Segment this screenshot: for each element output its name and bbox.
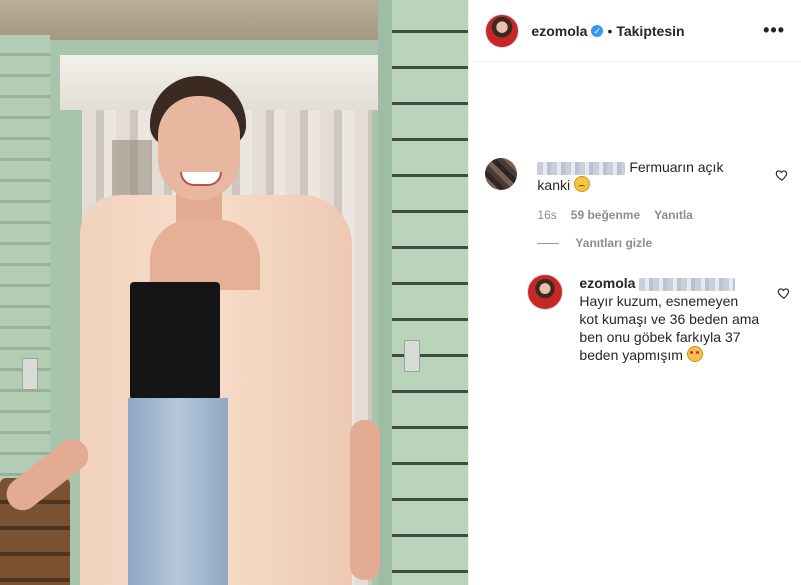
reply-button[interactable]: Yanıtla <box>654 208 693 222</box>
blurred-mention <box>639 277 736 291</box>
post-header: ezomola ✓ • Takiptesin ••• <box>469 0 801 62</box>
reply-username[interactable]: ezomola <box>579 275 635 291</box>
reply-avatar[interactable] <box>527 274 564 310</box>
comment-likes[interactable]: 59 beğenme <box>571 208 640 222</box>
reply-body: ezomola Hayır kuzum, esnemeyen kot kumaş… <box>579 274 759 364</box>
reply-comment: ezomola Hayır kuzum, esnemeyen kot kumaş… <box>527 274 790 364</box>
chest <box>150 220 260 290</box>
verified-badge-icon: ✓ <box>591 24 604 37</box>
username-link[interactable]: ezomola <box>531 23 587 39</box>
sad-face-emoji <box>574 176 590 192</box>
avatar[interactable] <box>485 13 520 48</box>
black-top <box>130 282 220 400</box>
hide-replies-button[interactable]: Yanıtları gizle <box>537 236 785 250</box>
separator: • <box>607 22 613 39</box>
hide-replies-label: Yanıtları gizle <box>575 236 653 250</box>
hinge <box>404 340 420 372</box>
comment-time[interactable]: 16s <box>537 208 556 222</box>
like-heart-icon[interactable] <box>775 168 789 182</box>
right-arm <box>350 420 380 580</box>
right-shutter-edge <box>378 0 392 585</box>
comments-panel: ezomola ✓ • Takiptesin ••• Fermuarın açı… <box>468 0 801 585</box>
comment-body: Fermuarın açık kanki <box>537 158 757 194</box>
jeans <box>128 398 228 585</box>
commenter-avatar[interactable] <box>485 158 518 190</box>
smiling-heart-eyes-emoji <box>686 346 703 362</box>
instagram-post: ezomola ✓ • Takiptesin ••• Fermuarın açı… <box>0 0 801 585</box>
divider-line <box>537 242 560 244</box>
following-status[interactable]: Takiptesin <box>616 23 684 39</box>
blurred-username <box>537 161 626 175</box>
post-photo[interactable] <box>0 0 469 585</box>
hinge <box>22 358 38 390</box>
reply-text: Hayır kuzum, esnemeyen kot kumaşı ve 36 … <box>579 293 760 363</box>
comment: Fermuarın açık kanki 16s 59 beğenme Yanı… <box>485 158 788 250</box>
more-dots-icon[interactable]: ••• <box>763 20 785 41</box>
like-heart-icon[interactable] <box>777 286 791 300</box>
comment-meta: 16s 59 beğenme Yanıtla <box>537 208 785 222</box>
